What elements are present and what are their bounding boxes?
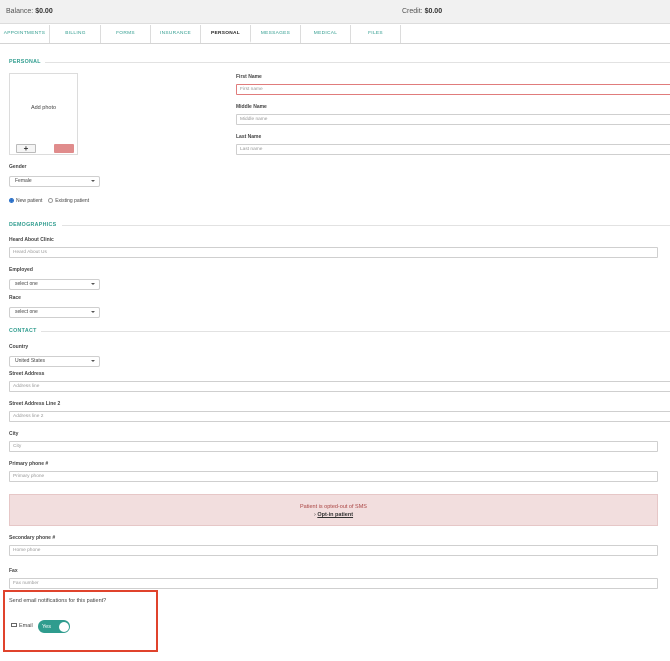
tab-forms[interactable]: FORMS bbox=[101, 25, 151, 43]
heard-about-field[interactable]: Heard About Us bbox=[9, 247, 658, 258]
new-patient-radio[interactable] bbox=[9, 198, 14, 203]
last-name-field[interactable]: Last name bbox=[236, 144, 670, 155]
sms-opt-out-alert: Patient is opted-out of SMS › Opt-in pat… bbox=[9, 494, 658, 526]
opt-in-row: › Opt-in patient bbox=[10, 512, 657, 518]
chevron-right-icon: › bbox=[313, 512, 316, 518]
section-title-demographics: DEMOGRAPHICS bbox=[9, 222, 57, 228]
patient-tabs: APPOINTMENTS BILLING FORMS INSURANCE PER… bbox=[0, 25, 670, 44]
gender-select[interactable]: Female bbox=[9, 176, 100, 187]
email-notification-question: Send email notifications for this patien… bbox=[9, 598, 107, 604]
existing-patient-label: Existing patient bbox=[55, 198, 90, 204]
street-address-field[interactable]: Address line bbox=[9, 381, 670, 392]
gender-value: Female bbox=[15, 178, 32, 184]
patient-type-radios: New patient Existing patient bbox=[9, 198, 89, 204]
email-toggle[interactable]: Yes bbox=[38, 620, 70, 633]
credit-label: Credit: bbox=[402, 8, 423, 15]
remove-photo-button[interactable] bbox=[54, 144, 74, 153]
first-name-label: First Name bbox=[236, 74, 262, 80]
tab-billing[interactable]: BILLING bbox=[51, 25, 101, 43]
employed-select[interactable]: select one bbox=[9, 279, 100, 290]
city-field[interactable]: City bbox=[9, 441, 658, 452]
photo-upload[interactable]: Add photo + bbox=[9, 73, 78, 155]
new-patient-label: New patient bbox=[16, 198, 43, 204]
add-photo-button[interactable]: + bbox=[16, 144, 36, 153]
balance-label: Balance: bbox=[6, 8, 34, 15]
section-divider bbox=[41, 331, 670, 332]
race-value: select one bbox=[15, 309, 38, 315]
street-address-2-label: Street Address Line 2 bbox=[9, 401, 61, 407]
gender-label: Gender bbox=[9, 164, 27, 170]
credit-value: $0.00 bbox=[424, 8, 443, 15]
primary-phone-field[interactable]: Primary phone bbox=[9, 471, 658, 482]
race-select[interactable]: select one bbox=[9, 307, 100, 318]
employed-value: select one bbox=[15, 281, 38, 287]
balance-value: $0.00 bbox=[35, 8, 53, 15]
country-select[interactable]: United States bbox=[9, 356, 100, 367]
country-label: Country bbox=[9, 344, 29, 350]
sms-opt-out-text: Patient is opted-out of SMS bbox=[300, 504, 367, 510]
section-divider bbox=[45, 62, 670, 63]
opt-in-link[interactable]: Opt-in patient bbox=[317, 512, 353, 518]
section-title-contact: CONTACT bbox=[9, 328, 37, 334]
middle-name-field[interactable]: Middle name bbox=[236, 114, 670, 125]
chevron-down-icon bbox=[91, 180, 95, 182]
chevron-down-icon bbox=[91, 360, 95, 362]
primary-phone-label: Primary phone # bbox=[9, 461, 49, 467]
country-value: United States bbox=[15, 358, 46, 364]
tab-insurance[interactable]: INSURANCE bbox=[151, 25, 201, 43]
credit: Credit: $0.00 bbox=[402, 8, 442, 15]
email-option: Email bbox=[11, 623, 33, 629]
heard-about-label: Heard About Clinic bbox=[9, 237, 54, 243]
street-address-label: Street Address bbox=[9, 371, 45, 377]
middle-name-label: Middle Name bbox=[236, 104, 267, 110]
email-toggle-state: Yes bbox=[42, 623, 51, 630]
section-title-personal: PERSONAL bbox=[9, 59, 41, 65]
existing-patient-radio[interactable] bbox=[48, 198, 54, 203]
account-summary-bar: Balance: $0.00 Credit: $0.00 bbox=[0, 0, 670, 24]
chevron-down-icon bbox=[91, 283, 95, 285]
tab-files[interactable]: FILES bbox=[351, 25, 401, 43]
secondary-phone-field[interactable]: Home phone bbox=[9, 545, 658, 556]
add-photo-label: Add photo bbox=[30, 105, 57, 111]
tab-personal[interactable]: PERSONAL bbox=[201, 25, 251, 43]
first-name-field[interactable]: First name bbox=[236, 84, 670, 95]
fax-field[interactable]: Fax number bbox=[9, 578, 658, 589]
race-label: Race bbox=[9, 295, 21, 301]
email-label: Email bbox=[19, 623, 33, 629]
tab-medical[interactable]: MEDICAL bbox=[301, 25, 351, 43]
envelope-icon bbox=[11, 623, 17, 627]
fax-label: Fax bbox=[9, 568, 18, 574]
balance: Balance: $0.00 bbox=[6, 8, 53, 15]
last-name-label: Last Name bbox=[236, 134, 262, 140]
city-label: City bbox=[9, 431, 19, 437]
section-divider bbox=[62, 225, 670, 226]
tab-messages[interactable]: MESSAGES bbox=[251, 25, 301, 43]
street-address-2-field[interactable]: Address line 2 bbox=[9, 411, 670, 422]
toggle-knob bbox=[58, 621, 69, 632]
tab-appointments[interactable]: APPOINTMENTS bbox=[0, 25, 50, 43]
employed-label: Employed bbox=[9, 267, 33, 273]
secondary-phone-label: Secondary phone # bbox=[9, 535, 56, 541]
chevron-down-icon bbox=[91, 311, 95, 313]
